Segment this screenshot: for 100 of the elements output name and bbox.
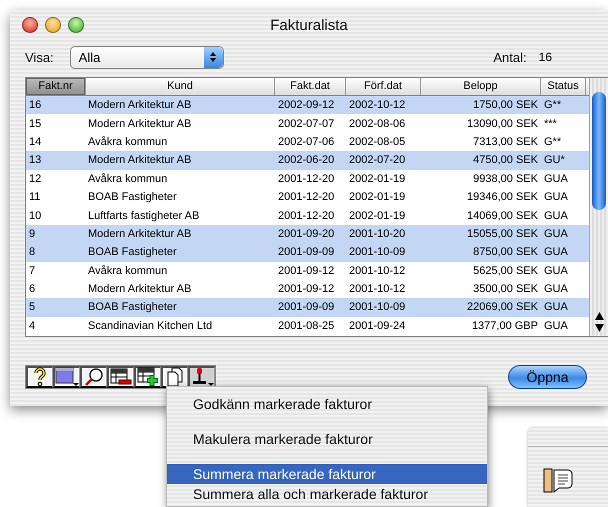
table-cell-text: 2002-01-19 (348, 172, 406, 185)
window-dropdown-icon[interactable] (53, 366, 80, 388)
table-cell-text: 14 (28, 136, 42, 148)
minimize-button[interactable] (45, 17, 61, 33)
table-cell-text: 15055,00 SEK (466, 228, 539, 240)
speech-bubble-icon (543, 467, 573, 494)
filter-dropdown[interactable]: Alla (70, 46, 224, 68)
table-cell-text: 2002-07-07 (277, 118, 336, 130)
scrollbar[interactable] (589, 78, 608, 336)
table-cell-text: 1750,00 SEK (472, 99, 539, 112)
table-row[interactable]: 9 Modern Arkitektur AB 2001-09-20 2001-10-20 15055,00 SEK GUA (26, 224, 589, 244)
column-header[interactable]: Status (541, 78, 586, 95)
table-cell-text: GUA (543, 320, 569, 332)
table-cell-text: 19346,00 SEK (466, 191, 539, 204)
stamp-dropdown-icon[interactable] (188, 366, 215, 388)
count-value: 16 (538, 50, 552, 64)
table-cell-text: 15 (28, 118, 42, 130)
table-cell-text: 5 (28, 301, 36, 314)
column-header[interactable]: Fakt.dat (275, 78, 346, 95)
table-row[interactable]: 16 Modern Arkitektur AB 2002-09-12 2002-10-12 1750,00 SEK G** (26, 96, 589, 114)
table-cell-text: 2002-07-06 (277, 136, 336, 148)
table-cell-text: 14069,00 SEK (466, 210, 539, 222)
scroll-thumb[interactable] (592, 92, 606, 210)
table-cell-text: 2001-10-12 (348, 264, 406, 277)
table-cell-text: 2001-10-20 (348, 228, 406, 240)
table-row[interactable]: 8 BOAB Fastigheter 2001-09-09 2001-10-09 8750,00 SEK GUA (26, 243, 589, 262)
table-cell-text: GU* (543, 154, 566, 166)
filter-label: Visa: (25, 50, 54, 64)
table-cell-text: GUA (543, 264, 569, 277)
table-cell-text: 2002-01-19 (348, 210, 406, 222)
table-cell-text: *** (543, 118, 558, 130)
window-title: Fakturalista (270, 16, 348, 34)
table-cell-text: 2001-09-12 (277, 283, 336, 296)
table-cell-text: 2002-01-19 (348, 191, 406, 204)
table-cell-text: Luftfarts fastigheter AB (87, 210, 200, 222)
table-minus-tool-icon[interactable] (107, 366, 134, 388)
table-cell-text: 8 (28, 246, 36, 258)
table-cell-text: 9938,00 SEK (472, 172, 539, 185)
column-header[interactable]: Kund (86, 78, 275, 95)
table-cell-text: Scandinavian Kitchen Ltd (87, 320, 214, 332)
table-cell-text: 2002-08-06 (348, 118, 406, 130)
column-header[interactable]: Belopp (421, 78, 541, 95)
help-tool-icon[interactable] (26, 366, 53, 388)
table-cell-text: 2001-08-25 (277, 320, 336, 332)
table-cell-text: 4 (28, 320, 36, 332)
table-cell-text: 10 (28, 210, 42, 222)
table-cell-text: Modern Arkitektur AB (87, 118, 192, 130)
table-cell-text: 22069,00 SEK (466, 301, 539, 314)
table-cell-text: 12 (28, 172, 42, 185)
table-cell-text: GUA (543, 283, 569, 296)
dropdown-arrows-icon (204, 46, 223, 68)
table-row[interactable]: 5 BOAB Fastigheter 2001-09-09 2001-10-09 22069,00 SEK GUA (26, 298, 589, 317)
table-plus-tool-icon[interactable] (134, 366, 161, 388)
table-cell-text: GUA (543, 191, 569, 204)
menu-item[interactable]: Makulera markerade fakturor (167, 429, 487, 449)
table-cell-text: 13090,00 SEK (466, 118, 539, 130)
table-row[interactable]: 13 Modern Arkitektur AB 2002-06-20 2002-07-20 4750,00 SEK GU* (26, 151, 589, 170)
copy-tool-icon[interactable] (161, 366, 188, 388)
table-cell-text: 2002-07-20 (348, 154, 406, 166)
column-header[interactable]: Förf.dat (346, 78, 421, 95)
open-button[interactable]: Öppna (508, 365, 587, 389)
scroll-up-icon[interactable] (594, 312, 604, 320)
table-cell-text: 9 (28, 228, 36, 240)
table-cell-text: 6 (28, 283, 36, 296)
zoom-button[interactable] (68, 17, 84, 33)
table-cell-text: GUA (543, 210, 569, 222)
close-button[interactable] (22, 17, 38, 33)
table-cell-text: Modern Arkitektur AB (87, 228, 192, 240)
table-cell-text: BOAB Fastigheter (87, 246, 178, 258)
table-cell-text: G** (543, 99, 562, 112)
table-cell-text: 16 (28, 99, 42, 112)
table-cell-text: 5625,00 SEK (472, 264, 539, 277)
table-cell-text: 2001-10-09 (348, 246, 406, 258)
search-tool-icon[interactable] (80, 366, 107, 388)
table-cell-text: 2002-08-05 (348, 136, 406, 148)
table-cell-text: 2001-12-20 (277, 191, 336, 204)
table-cell-text: 2002-09-12 (277, 99, 336, 112)
table-cell-text: 2002-10-12 (348, 99, 406, 112)
table-cell-text: Modern Arkitektur AB (87, 99, 192, 112)
table-cell-text: 8750,00 SEK (472, 246, 539, 258)
table-cell-text: 2001-12-20 (277, 210, 336, 222)
table-cell-text: Avåkra kommun (87, 136, 168, 148)
menu-item[interactable]: Summera markerade fakturor (167, 464, 487, 484)
table-cell-text: 2001-10-12 (348, 283, 406, 296)
count-label: Antal: (493, 50, 527, 64)
table-cell-text: 3500,00 SEK (472, 283, 539, 296)
table-cell-text: Avåkra kommun (87, 172, 168, 185)
menu-item[interactable]: Godkänn markerade fakturor (167, 394, 487, 414)
table-cell-text: 1377,00 GBP (470, 320, 539, 332)
column-header[interactable]: Fakt.nr (26, 78, 86, 95)
table-cell-text: GUA (543, 228, 569, 240)
table-cell-text: 2001-09-24 (348, 320, 406, 332)
table-cell-text: Avåkra kommun (87, 264, 168, 277)
table-cell-text: 7313,00 SEK (472, 136, 539, 148)
table-cell-text: 2001-10-09 (348, 301, 406, 314)
table-cell-text: Modern Arkitektur AB (87, 154, 192, 166)
table-cell-text: GUA (543, 172, 569, 185)
scroll-down-icon[interactable] (594, 324, 604, 332)
table-cell-text: 11 (28, 191, 42, 204)
menu-item[interactable]: Summera alla och markerade fakturor (167, 484, 487, 504)
